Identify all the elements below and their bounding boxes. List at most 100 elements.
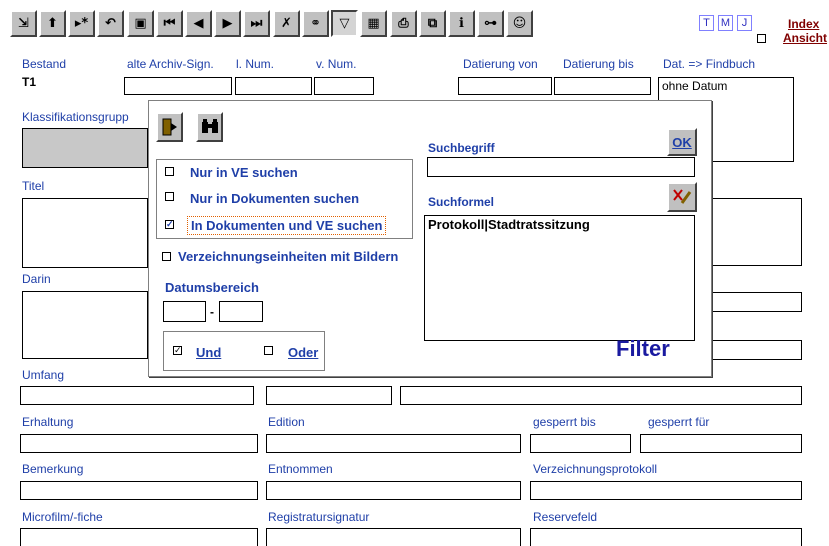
titel-field-right[interactable] — [712, 198, 802, 266]
clear-filter-button[interactable]: ✗ — [273, 10, 300, 37]
printer-button[interactable]: ⎙ — [390, 10, 417, 37]
v-num-label: v. Num. — [316, 57, 357, 71]
bestand-value[interactable]: T1 — [22, 75, 36, 89]
bilder-option-check[interactable] — [162, 252, 171, 261]
view-toggle-m[interactable]: M — [718, 15, 733, 31]
suchbegriff-field[interactable] — [427, 157, 695, 177]
edition-field[interactable] — [266, 434, 521, 453]
umfang-field-1[interactable] — [20, 386, 254, 405]
suchformel-field[interactable]: Protokoll|Stadtratssitzung — [424, 215, 695, 341]
bilder-option-label: Verzeichnungseinheiten mit Bildern — [178, 249, 399, 264]
binoculars-button[interactable]: ⚭ — [302, 10, 329, 37]
suchformel-label: Suchformel — [428, 195, 495, 209]
view-toggle-t[interactable]: T — [699, 15, 714, 31]
previous-record-icon: ◀ — [193, 16, 204, 31]
last-record-button[interactable]: ⏭ — [243, 10, 270, 37]
oder-label[interactable]: Oder — [288, 345, 318, 360]
info-button[interactable]: ℹ — [448, 10, 475, 37]
ansicht-link[interactable]: Ansicht — [783, 31, 827, 45]
next-record-icon: ▶ — [222, 16, 233, 31]
tree-structure-icon: ⊶ — [484, 16, 497, 31]
filter-title: Filter — [616, 336, 670, 361]
date-separator: - — [210, 305, 214, 319]
smiley-button[interactable]: ☺ — [506, 10, 533, 37]
binoculars-icon: ⚭ — [310, 16, 321, 31]
darin-field-right[interactable] — [712, 292, 802, 312]
microfilm-field[interactable] — [20, 528, 258, 546]
date-to-field[interactable] — [219, 301, 263, 322]
erhaltung-label: Erhaltung — [22, 415, 74, 429]
smiley-icon: ☺ — [512, 16, 527, 31]
last-record-icon: ⏭ — [250, 16, 263, 31]
view-checkbox[interactable] — [757, 34, 766, 43]
klassifikationsgruppe-field[interactable] — [22, 128, 148, 168]
v-num-field[interactable] — [314, 77, 374, 95]
registratursignatur-field[interactable] — [266, 528, 521, 546]
und-label[interactable]: Und — [196, 345, 221, 360]
oder-check[interactable] — [264, 346, 273, 355]
option-nur-ve-check[interactable] — [165, 167, 174, 176]
calendar-table-button[interactable]: ▦ — [360, 10, 387, 37]
umfang-label: Umfang — [22, 368, 65, 382]
arrow-up-icon: ⬆ — [47, 16, 58, 31]
klassifikationsgruppe-label: Klassifikationsgrupp — [22, 110, 129, 124]
titel-field[interactable] — [22, 198, 148, 268]
option-nur-dokumente-check[interactable] — [165, 192, 174, 201]
exit-door-button[interactable]: ⇲ — [10, 10, 37, 37]
new-record-button[interactable]: ▸* — [68, 10, 95, 37]
gesperrt-fuer-field[interactable] — [640, 434, 802, 453]
darin-field-right-2[interactable] — [712, 340, 802, 360]
date-from-field[interactable] — [163, 301, 206, 322]
tree-structure-button[interactable]: ⊶ — [477, 10, 504, 37]
option-dokumente-und-ve-label: In Dokumenten und VE suchen — [187, 216, 387, 235]
bemerkung-label: Bemerkung — [22, 462, 84, 476]
calendar-table-icon: ▦ — [367, 16, 380, 31]
verzeichnungsprotokoll-field[interactable] — [530, 481, 802, 500]
copy-add-icon: ⧉ — [427, 16, 438, 31]
entnommen-label: Entnommen — [268, 462, 333, 476]
dialog-exit-button[interactable] — [156, 112, 183, 142]
datierung-bis-field[interactable] — [554, 77, 651, 95]
l-num-field[interactable] — [235, 77, 312, 95]
datierung-von-field[interactable] — [458, 77, 552, 95]
view-toggle-j[interactable]: J — [737, 15, 752, 31]
gesperrt-bis-field[interactable] — [530, 434, 631, 453]
datumsbereich-label: Datumsbereich — [165, 280, 259, 295]
gesperrt-fuer-label: gesperrt für — [648, 415, 710, 429]
reservefeld-field[interactable] — [530, 528, 802, 546]
clear-formula-button[interactable] — [667, 182, 697, 212]
previous-record-button[interactable]: ◀ — [185, 10, 212, 37]
entnommen-field[interactable] — [266, 481, 521, 500]
umfang-field-3[interactable] — [400, 386, 802, 405]
index-link[interactable]: Index — [788, 17, 819, 31]
copy-add-button[interactable]: ⧉ — [419, 10, 446, 37]
ok-button[interactable]: OK — [667, 128, 697, 156]
toolbar: ⇲ ⬆ ▸* ↶ ▣ ⏮ ◀ ▶ ⏭ ✗ ⚭ ▽ ▦ ⎙ ⧉ ℹ ⊶ ☺ T M J Index Ansicht — [0, 0, 829, 45]
darin-field[interactable] — [22, 291, 148, 359]
datierung-bis-label: Datierung bis — [563, 57, 634, 71]
bemerkung-field[interactable] — [20, 481, 258, 500]
undo-button[interactable]: ↶ — [97, 10, 124, 37]
darin-label: Darin — [22, 272, 51, 286]
alte-archiv-sign-label: alte Archiv-Sign. — [127, 57, 214, 71]
und-check[interactable]: ✓ — [173, 346, 182, 355]
alte-archiv-sign-field[interactable] — [124, 77, 232, 95]
arrow-up-button[interactable]: ⬆ — [39, 10, 66, 37]
umfang-field-2[interactable] — [266, 386, 392, 405]
titel-label: Titel — [22, 179, 45, 193]
first-record-button[interactable]: ⏮ — [156, 10, 183, 37]
option-dokumente-und-ve-check[interactable]: ✓ — [165, 220, 174, 229]
exit-door-icon — [162, 118, 177, 136]
exit-door-icon: ⇲ — [18, 16, 29, 31]
dat-findbuch-value: ohne Datum — [662, 79, 728, 93]
reservefeld-label: Reservefeld — [533, 510, 598, 524]
dialog-search-button[interactable] — [196, 112, 223, 142]
next-record-button[interactable]: ▶ — [214, 10, 241, 37]
bestand-label: Bestand — [22, 57, 67, 71]
suchbegriff-label: Suchbegriff — [428, 141, 495, 155]
edition-label: Edition — [268, 415, 305, 429]
filter-funnel-button[interactable]: ▽ — [331, 10, 358, 37]
save-disk-button[interactable]: ▣ — [127, 10, 154, 37]
gesperrt-bis-label: gesperrt bis — [533, 415, 596, 429]
erhaltung-field[interactable] — [20, 434, 258, 453]
